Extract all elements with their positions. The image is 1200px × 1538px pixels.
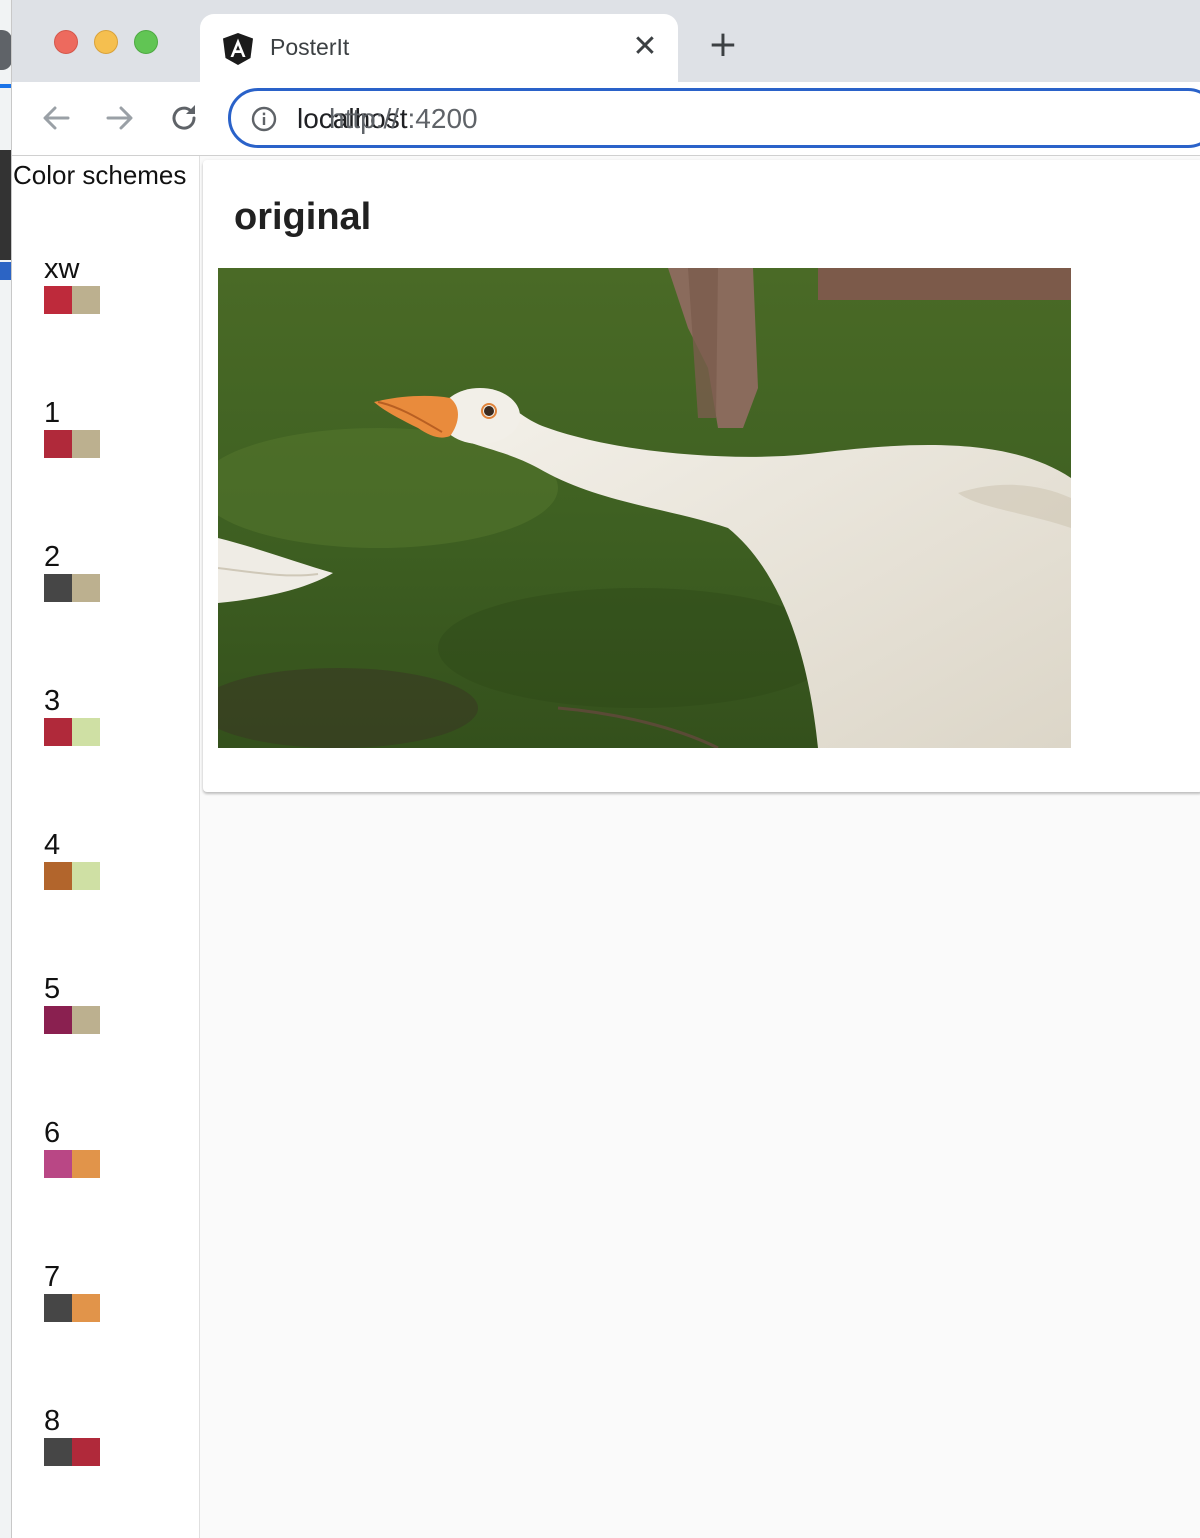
primary-color-swatch xyxy=(44,718,72,746)
original-card: original xyxy=(203,160,1200,792)
color-scheme-item[interactable]: 7 xyxy=(44,1260,164,1340)
color-swatch-group xyxy=(44,718,164,746)
window-close-button[interactable] xyxy=(54,30,78,54)
close-icon[interactable]: ✕ xyxy=(630,30,660,64)
color-scheme-label: 1 xyxy=(44,397,61,429)
background-window-edge xyxy=(0,0,12,1538)
color-scheme-label: 8 xyxy=(44,1405,61,1437)
secondary-color-swatch xyxy=(72,430,100,458)
color-scheme-label: 4 xyxy=(44,829,61,861)
info-icon[interactable] xyxy=(251,106,277,132)
sidebar-title: Color schemes xyxy=(13,160,187,190)
color-schemes-sidebar: Color schemes xw 1 2 3 4 5 6 7 8 xyxy=(12,156,200,1538)
color-scheme-item[interactable]: 6 xyxy=(44,1116,164,1196)
secondary-color-swatch xyxy=(72,862,100,890)
window-zoom-button[interactable] xyxy=(134,30,158,54)
secondary-color-swatch xyxy=(72,1006,100,1034)
app-root: Color schemes xw 1 2 3 4 5 6 7 8 original xyxy=(12,156,1200,1538)
reload-icon[interactable] xyxy=(166,100,202,136)
color-swatch-group xyxy=(44,862,164,890)
browser-chrome: PosterIt ✕ + http://localhost:4200 xyxy=(12,0,1200,156)
color-swatch-group xyxy=(44,574,164,602)
secondary-color-swatch xyxy=(72,1438,100,1466)
color-scheme-label: 6 xyxy=(44,1117,61,1149)
primary-color-swatch xyxy=(44,1294,72,1322)
color-scheme-label: 5 xyxy=(44,973,61,1005)
primary-color-swatch xyxy=(44,862,72,890)
color-swatch-group xyxy=(44,1150,164,1178)
color-scheme-item[interactable]: 1 xyxy=(44,396,164,476)
secondary-color-swatch xyxy=(72,574,100,602)
url-text: http://localhost:4200 xyxy=(297,103,478,135)
background-window-accent xyxy=(0,84,11,88)
primary-color-swatch xyxy=(44,286,72,314)
secondary-color-swatch xyxy=(72,718,100,746)
primary-color-swatch xyxy=(44,1150,72,1178)
color-swatch-group xyxy=(44,1438,164,1466)
background-window-selection xyxy=(0,262,11,280)
color-scheme-item[interactable]: 5 xyxy=(44,972,164,1052)
primary-color-swatch xyxy=(44,430,72,458)
primary-color-swatch xyxy=(44,1006,72,1034)
window-minimize-button[interactable] xyxy=(94,30,118,54)
primary-color-swatch xyxy=(44,574,72,602)
color-scheme-label: 2 xyxy=(44,541,61,573)
primary-color-swatch xyxy=(44,1438,72,1466)
color-scheme-item[interactable]: 2 xyxy=(44,540,164,620)
color-scheme-item[interactable]: 3 xyxy=(44,684,164,764)
color-swatch-group xyxy=(44,430,164,458)
tab-title: PosterIt xyxy=(270,34,350,60)
angular-favicon xyxy=(223,33,253,65)
card-title: original xyxy=(234,196,372,238)
color-scheme-label: xw xyxy=(44,253,80,285)
secondary-color-swatch xyxy=(72,1150,100,1178)
color-scheme-item[interactable]: 8 xyxy=(44,1404,164,1484)
main-content: original xyxy=(201,156,1200,1538)
tab-posterit[interactable]: PosterIt ✕ xyxy=(200,14,678,82)
forward-arrow-icon[interactable] xyxy=(102,100,138,136)
color-swatch-group xyxy=(44,286,164,314)
color-swatch-group xyxy=(44,1294,164,1322)
secondary-color-swatch xyxy=(72,1294,100,1322)
color-swatch-group xyxy=(44,1006,164,1034)
background-window-panel xyxy=(0,150,11,260)
background-window-icon xyxy=(0,30,11,70)
browser-toolbar: http://localhost:4200 xyxy=(12,82,1200,156)
plus-icon[interactable]: + xyxy=(706,27,740,63)
address-bar[interactable]: http://localhost:4200 xyxy=(228,88,1200,148)
color-scheme-item[interactable]: xw xyxy=(44,252,164,332)
secondary-color-swatch xyxy=(72,286,100,314)
tab-strip: PosterIt ✕ + xyxy=(12,0,1200,82)
goose-photo xyxy=(218,268,1071,748)
color-scheme-label: 3 xyxy=(44,685,61,717)
color-scheme-item[interactable]: 4 xyxy=(44,828,164,908)
back-arrow-icon[interactable] xyxy=(38,100,74,136)
color-scheme-label: 7 xyxy=(44,1261,61,1293)
